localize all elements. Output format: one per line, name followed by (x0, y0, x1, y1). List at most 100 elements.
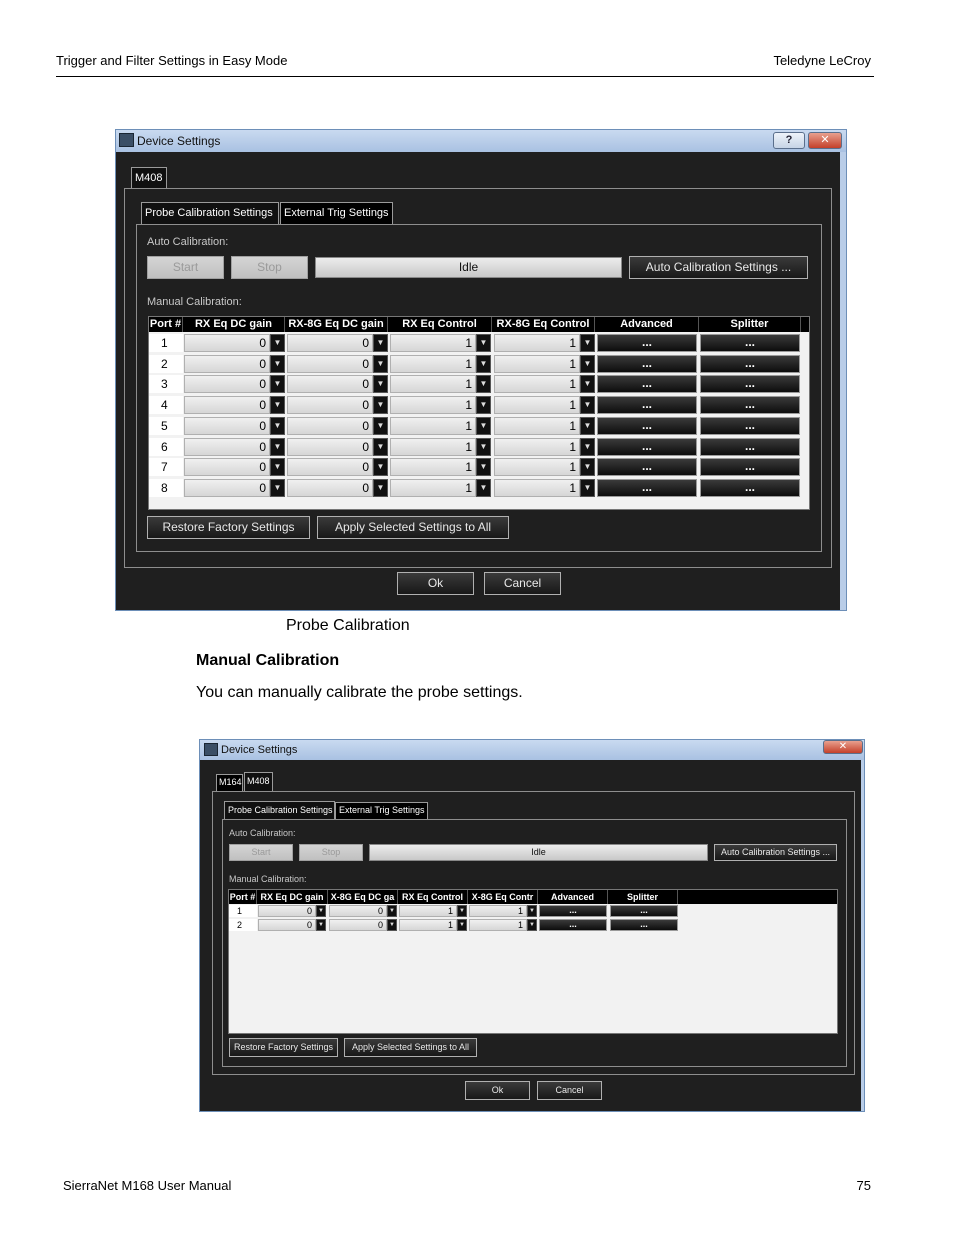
splitter-button[interactable]: ... (700, 458, 800, 477)
start-button[interactable]: Start (147, 256, 224, 279)
rx8g-eq-dc-gain-value[interactable]: 0 (287, 416, 373, 435)
dropdown-arrow-icon[interactable]: ▼ (270, 478, 285, 497)
advanced-button[interactable]: ... (597, 334, 697, 352)
cancel-button[interactable]: Cancel (484, 572, 561, 595)
rx8g-eq-control-value[interactable]: 1 (494, 396, 580, 415)
rx-eq-control-value[interactable]: 1 (390, 437, 476, 456)
rx-eq-dc-gain-value[interactable]: 0 (184, 396, 270, 415)
column-rx8g-eq-control-header[interactable]: X-8G Eq Contr (468, 890, 538, 904)
tab-m408[interactable]: M408 (244, 772, 273, 791)
rx-eq-control-value[interactable]: 1 (390, 375, 476, 394)
rx8g-eq-control-value[interactable]: 1 (494, 354, 580, 373)
dropdown-arrow-icon[interactable]: ▼ (476, 478, 491, 497)
rx-eq-dc-gain-value[interactable]: 0 (184, 354, 270, 373)
column-rx-eq-dc-gain-header[interactable]: RX Eq DC gain (183, 317, 285, 332)
rx-eq-dc-gain-value[interactable]: 0 (184, 478, 270, 497)
splitter-button[interactable]: ... (700, 478, 800, 497)
dropdown-arrow-icon[interactable]: ▼ (476, 458, 491, 477)
dropdown-arrow-icon[interactable]: ▼ (476, 334, 491, 352)
rx-eq-control-value[interactable]: 1 (399, 919, 457, 931)
column-rx8g-eq-dc-gain-header[interactable]: X-8G Eq DC ga (328, 890, 398, 904)
dropdown-arrow-icon[interactable]: ▼ (527, 905, 537, 917)
dropdown-arrow-icon[interactable]: ▼ (373, 416, 388, 435)
dropdown-arrow-icon[interactable]: ▼ (270, 396, 285, 415)
rx8g-eq-control-value[interactable]: 1 (494, 478, 580, 497)
rx8g-eq-dc-gain-value[interactable]: 0 (287, 375, 373, 394)
column-advanced-header[interactable]: Advanced (595, 317, 699, 332)
dropdown-arrow-icon[interactable]: ▼ (387, 905, 397, 917)
restore-factory-settings-button[interactable]: Restore Factory Settings (147, 516, 310, 539)
dropdown-arrow-icon[interactable]: ▼ (373, 458, 388, 477)
advanced-button[interactable]: ... (597, 375, 697, 394)
splitter-button[interactable]: ... (700, 334, 800, 352)
stop-button[interactable]: Stop (231, 256, 308, 279)
cancel-button[interactable]: Cancel (537, 1081, 602, 1100)
tab-probe-calibration[interactable]: Probe Calibration Settings (224, 801, 335, 819)
help-icon[interactable]: ? (773, 132, 805, 149)
ok-button[interactable]: Ok (397, 572, 474, 595)
advanced-button[interactable]: ... (539, 919, 607, 931)
rx8g-eq-dc-gain-value[interactable]: 0 (287, 354, 373, 373)
rx8g-eq-dc-gain-value[interactable]: 0 (329, 905, 387, 917)
advanced-button[interactable]: ... (597, 478, 697, 497)
rx-eq-dc-gain-value[interactable]: 0 (184, 334, 270, 352)
rx-eq-dc-gain-value[interactable]: 0 (258, 905, 316, 917)
advanced-button[interactable]: ... (597, 416, 697, 435)
dropdown-arrow-icon[interactable]: ▼ (316, 919, 326, 931)
dropdown-arrow-icon[interactable]: ▼ (270, 334, 285, 352)
splitter-button[interactable]: ... (700, 437, 800, 456)
rx-eq-dc-gain-value[interactable]: 0 (184, 437, 270, 456)
column-port-header[interactable]: Port # (229, 890, 257, 904)
dropdown-arrow-icon[interactable]: ▼ (580, 478, 595, 497)
dropdown-arrow-icon[interactable]: ▼ (457, 919, 467, 931)
dropdown-arrow-icon[interactable]: ▼ (373, 354, 388, 373)
dropdown-arrow-icon[interactable]: ▼ (580, 375, 595, 394)
dropdown-arrow-icon[interactable]: ▼ (270, 354, 285, 373)
rx-eq-dc-gain-value[interactable]: 0 (184, 416, 270, 435)
rx-eq-control-value[interactable]: 1 (390, 478, 476, 497)
splitter-button[interactable]: ... (700, 375, 800, 394)
dropdown-arrow-icon[interactable]: ▼ (476, 375, 491, 394)
close-icon[interactable]: ✕ (808, 132, 842, 149)
advanced-button[interactable]: ... (597, 354, 697, 373)
dropdown-arrow-icon[interactable]: ▼ (457, 905, 467, 917)
dropdown-arrow-icon[interactable]: ▼ (580, 334, 595, 352)
splitter-button[interactable]: ... (700, 416, 800, 435)
rx8g-eq-control-value[interactable]: 1 (494, 334, 580, 352)
start-button[interactable]: Start (229, 844, 293, 861)
dropdown-arrow-icon[interactable]: ▼ (270, 458, 285, 477)
dropdown-arrow-icon[interactable]: ▼ (476, 396, 491, 415)
rx-eq-control-value[interactable]: 1 (390, 334, 476, 352)
dropdown-arrow-icon[interactable]: ▼ (270, 375, 285, 394)
rx-eq-dc-gain-value[interactable]: 0 (184, 458, 270, 477)
rx8g-eq-control-value[interactable]: 1 (494, 437, 580, 456)
tab-external-trig[interactable]: External Trig Settings (335, 802, 428, 819)
rx8g-eq-control-value[interactable]: 1 (494, 458, 580, 477)
column-rx-eq-control-header[interactable]: RX Eq Control (388, 317, 492, 332)
rx8g-eq-dc-gain-value[interactable]: 0 (287, 458, 373, 477)
dropdown-arrow-icon[interactable]: ▼ (373, 375, 388, 394)
dropdown-arrow-icon[interactable]: ▼ (316, 905, 326, 917)
column-splitter-header[interactable]: Splitter (699, 317, 801, 332)
tab-external-trig[interactable]: External Trig Settings (280, 202, 393, 224)
rx-eq-control-value[interactable]: 1 (390, 354, 476, 373)
advanced-button[interactable]: ... (597, 437, 697, 456)
ok-button[interactable]: Ok (465, 1081, 530, 1100)
apply-selected-settings-button[interactable]: Apply Selected Settings to All (317, 516, 509, 539)
dropdown-arrow-icon[interactable]: ▼ (270, 416, 285, 435)
rx-eq-control-value[interactable]: 1 (390, 416, 476, 435)
column-splitter-header[interactable]: Splitter (608, 890, 678, 904)
tab-probe-calibration[interactable]: Probe Calibration Settings (141, 202, 279, 224)
splitter-button[interactable]: ... (610, 905, 678, 917)
auto-calibration-settings-button[interactable]: Auto Calibration Settings ... (629, 256, 808, 279)
rx-eq-control-value[interactable]: 1 (390, 396, 476, 415)
dropdown-arrow-icon[interactable]: ▼ (373, 437, 388, 456)
auto-calibration-settings-button[interactable]: Auto Calibration Settings ... (714, 844, 837, 861)
apply-selected-settings-button[interactable]: Apply Selected Settings to All (344, 1038, 477, 1057)
restore-factory-settings-button[interactable]: Restore Factory Settings (229, 1038, 338, 1057)
rx8g-eq-dc-gain-value[interactable]: 0 (287, 478, 373, 497)
rx8g-eq-dc-gain-value[interactable]: 0 (287, 396, 373, 415)
rx-eq-control-value[interactable]: 1 (399, 905, 457, 917)
dropdown-arrow-icon[interactable]: ▼ (580, 354, 595, 373)
dropdown-arrow-icon[interactable]: ▼ (476, 416, 491, 435)
